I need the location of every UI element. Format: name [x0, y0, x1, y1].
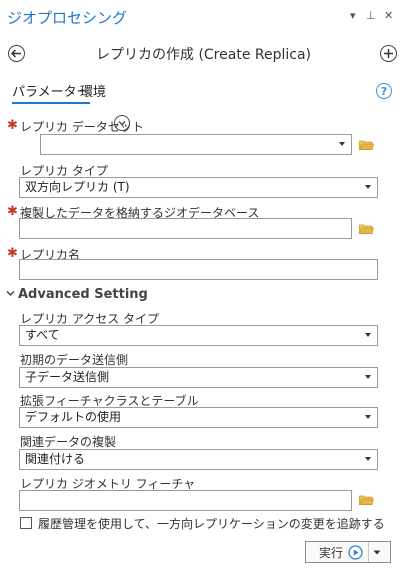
expand-features-value: デフォルトの使用: [25, 410, 122, 424]
tool-title: レプリカの作成 (Create Replica): [96, 47, 311, 63]
required-marker: ✱: [7, 204, 18, 219]
initial-sender-value: 子データ送信側: [25, 370, 110, 384]
geodatabase-input[interactable]: [19, 218, 352, 239]
folder-icon[interactable]: [359, 139, 374, 150]
access-type-select[interactable]: すべて: [19, 325, 378, 346]
help-icon[interactable]: ?: [376, 83, 392, 99]
replica-name-input[interactable]: [19, 259, 378, 280]
geometry-feature-input[interactable]: [19, 490, 352, 511]
play-icon: [348, 544, 363, 560]
replica-type-value: 双方向レプリカ (T): [25, 180, 130, 194]
chevron-down-icon[interactable]: [373, 550, 381, 555]
chevron-down-icon: [365, 185, 371, 189]
chevron-down-icon: [365, 333, 371, 337]
expand-icon[interactable]: [114, 115, 130, 131]
add-button[interactable]: [380, 45, 397, 62]
replica-type-select[interactable]: 双方向レプリカ (T): [19, 177, 378, 198]
folder-icon[interactable]: [359, 223, 374, 234]
expand-features-select[interactable]: デフォルトの使用: [19, 407, 378, 428]
folder-icon[interactable]: [359, 494, 374, 505]
required-marker: ✱: [7, 246, 18, 261]
related-data-select[interactable]: 関連付ける: [19, 449, 378, 470]
chevron-down-icon[interactable]: [6, 290, 15, 297]
chevron-down-icon: [365, 375, 371, 379]
initial-sender-label: 初期のデータ送信側: [20, 353, 129, 367]
related-data-label: 関連データの複製: [20, 435, 117, 449]
run-button[interactable]: 実行: [305, 541, 391, 563]
chevron-down-icon: [365, 415, 371, 419]
archive-checkbox[interactable]: [20, 517, 32, 529]
close-icon[interactable]: ✕: [384, 9, 393, 22]
tab-environments[interactable]: 環境: [80, 81, 106, 100]
advanced-section-title[interactable]: Advanced Setting: [18, 287, 148, 302]
required-marker: ✱: [7, 118, 18, 133]
pin-icon[interactable]: ⊥: [366, 9, 376, 22]
chevron-down-icon: [339, 142, 345, 146]
plus-icon: [384, 49, 393, 58]
pane-menu-icon[interactable]: ▾: [350, 9, 356, 22]
archive-checkbox-label: 履歴管理を使用して、一方向レプリケーションの変更を追跡する: [38, 517, 385, 531]
access-type-value: すべて: [25, 328, 60, 342]
tab-parameters[interactable]: パラメーター: [12, 81, 90, 104]
replica-dataset-input[interactable]: [40, 134, 352, 155]
related-data-value: 関連付ける: [25, 452, 86, 466]
divider: [368, 542, 370, 562]
initial-sender-select[interactable]: 子データ送信側: [19, 367, 378, 388]
run-label: 実行: [319, 545, 344, 560]
pane-title: ジオプロセシング: [7, 9, 128, 27]
chevron-down-icon: [365, 457, 371, 461]
